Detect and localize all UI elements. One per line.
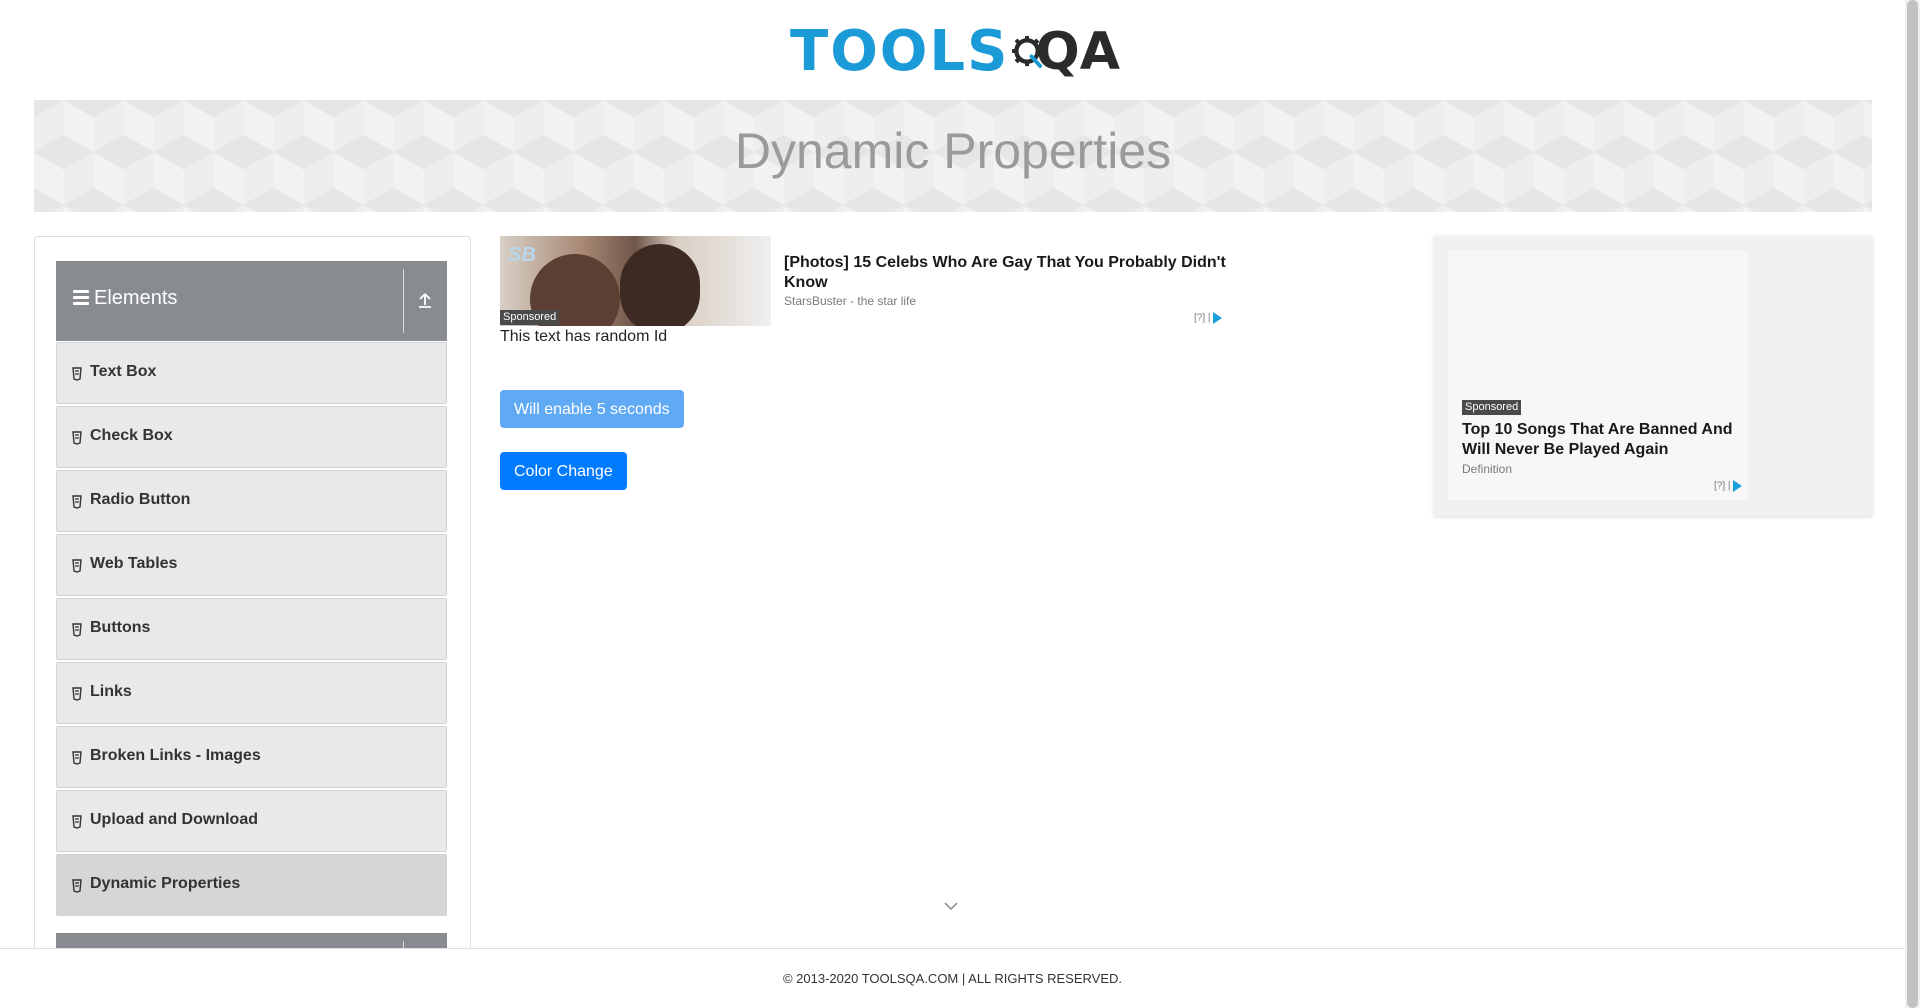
chevron-down-icon[interactable] bbox=[944, 902, 958, 910]
copyright-text: © 2013-2020 TOOLSQA.COM | ALL RIGHTS RES… bbox=[782, 971, 1123, 986]
sidebar-item-label: Radio Button bbox=[90, 491, 191, 508]
adchoices-icon[interactable]: [?] | bbox=[1194, 312, 1222, 324]
random-id-text: This text has random Id bbox=[500, 328, 668, 345]
ad-content[interactable]: Sponsored Top 10 Songs That Are Banned A… bbox=[1448, 250, 1748, 500]
sidebar-item[interactable]: Text Box bbox=[56, 342, 447, 404]
page-scrollbar[interactable] bbox=[1905, 0, 1920, 1008]
html-file-icon bbox=[72, 495, 82, 509]
sidebar-group-elements[interactable]: Elements bbox=[56, 261, 447, 341]
ad-headline[interactable]: [Photos] 15 Celebs Who Are Gay That You … bbox=[784, 253, 1230, 293]
color-change-button[interactable]: Color Change bbox=[500, 452, 627, 490]
sidebar-item-label: Web Tables bbox=[90, 555, 178, 572]
enable-after-button[interactable]: Will enable 5 seconds bbox=[500, 390, 684, 428]
sidebar-item-label: Check Box bbox=[90, 427, 173, 444]
divider bbox=[403, 269, 404, 333]
html-file-icon bbox=[72, 751, 82, 765]
html-file-icon bbox=[72, 431, 82, 445]
sidebar-item[interactable]: Links bbox=[56, 662, 447, 724]
html-file-icon bbox=[72, 559, 82, 573]
ad-source[interactable]: Definition bbox=[1462, 462, 1512, 476]
adchoices-icon[interactable]: [?] | bbox=[1714, 480, 1742, 492]
scrollbar-thumb[interactable] bbox=[1907, 0, 1918, 1008]
sidebar-item-label: Links bbox=[90, 683, 132, 700]
sidebar-item[interactable]: Dynamic Properties bbox=[56, 854, 447, 916]
html-file-icon bbox=[72, 687, 82, 701]
sidebar-item-label: Dynamic Properties bbox=[90, 875, 241, 892]
adchoice-help[interactable]: [?] bbox=[1194, 313, 1205, 324]
ad-image-brand: SB bbox=[508, 244, 536, 266]
sidebar-item-label: Upload and Download bbox=[90, 811, 258, 828]
sidebar-item[interactable]: Check Box bbox=[56, 406, 447, 468]
sidebar: Elements Text Box Check Box Radio Button We… bbox=[34, 236, 471, 1008]
sidebar-item[interactable]: Broken Links - Images bbox=[56, 726, 447, 788]
logo-text: TOOLS bbox=[790, 19, 1010, 84]
sidebar-item-label: Buttons bbox=[90, 619, 151, 636]
sponsored-label: Sponsored bbox=[500, 310, 560, 325]
html-file-icon bbox=[72, 879, 82, 893]
logo-suffix: QA bbox=[1035, 22, 1120, 82]
sponsored-label: Sponsored bbox=[1462, 400, 1522, 415]
menu-icon bbox=[73, 290, 89, 305]
sidebar-item-label: Broken Links - Images bbox=[90, 747, 261, 764]
html-file-icon bbox=[72, 623, 82, 637]
html-file-icon bbox=[72, 815, 82, 829]
sponsored-ad-right[interactable]: Sponsored Top 10 Songs That Are Banned A… bbox=[1434, 236, 1872, 516]
ad-headline[interactable]: Top 10 Songs That Are Banned And Will Ne… bbox=[1462, 420, 1742, 460]
site-footer: © 2013-2020 TOOLSQA.COM | ALL RIGHTS RES… bbox=[0, 948, 1905, 1008]
sponsored-ad-top[interactable]: SB Sponsored [Photos] 15 Celebs Who Are … bbox=[500, 236, 1230, 326]
sidebar-item-label: Text Box bbox=[90, 363, 157, 380]
adchoice-help[interactable]: [?] bbox=[1714, 481, 1725, 492]
site-header: TOOLS QA bbox=[0, 0, 1905, 100]
ad-source[interactable]: StarsBuster - the star life bbox=[784, 294, 916, 308]
sidebar-group-title: Elements bbox=[94, 287, 178, 309]
toolsqa-logo[interactable]: TOOLS QA bbox=[790, 14, 1120, 90]
sidebar-item[interactable]: Buttons bbox=[56, 598, 447, 660]
page-banner: Dynamic Properties bbox=[34, 100, 1872, 212]
sidebar-item[interactable]: Radio Button bbox=[56, 470, 447, 532]
page-title: Dynamic Properties bbox=[734, 123, 1172, 179]
sidebar-item[interactable]: Web Tables bbox=[56, 534, 447, 596]
html-file-icon bbox=[72, 367, 82, 381]
collapse-icon[interactable] bbox=[417, 291, 433, 309]
sidebar-item[interactable]: Upload and Download bbox=[56, 790, 447, 852]
